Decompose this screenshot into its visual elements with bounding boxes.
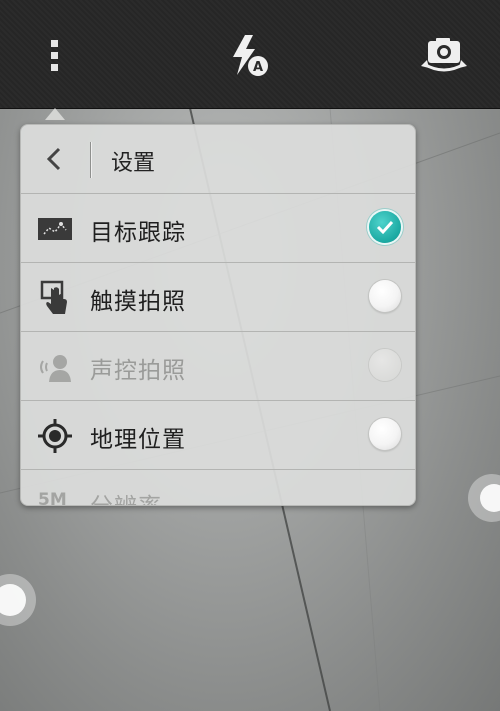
setting-voice-shutter: 声控拍照 [21,332,415,401]
setting-resolution[interactable]: 5M 分辨率 [21,470,415,506]
setting-label: 地理位置 [90,427,186,453]
voice-shutter-icon [35,347,75,387]
location-target-icon [35,416,75,456]
object-tracking-toggle[interactable] [369,211,401,243]
setting-label: 目标跟踪 [90,220,186,246]
resolution-icon: 5M [38,490,67,506]
settings-panel: 设置 目标跟踪 触摸拍照 声控拍照 地理位置 5M [20,124,416,506]
settings-title: 设置 [111,151,156,176]
flash-auto-icon: A [233,35,268,76]
object-tracking-icon [35,209,75,249]
more-vertical-icon [51,40,58,71]
back-button[interactable] [29,137,79,181]
panel-pointer [45,108,65,120]
chevron-left-icon [46,147,61,171]
touch-shutter-icon [35,278,75,318]
camera-top-bar: A [0,0,500,109]
settings-header: 设置 [21,125,415,194]
geo-location-toggle[interactable] [369,418,401,450]
check-icon [376,220,394,235]
setting-label: 声控拍照 [90,358,186,384]
voice-shutter-toggle [369,349,401,381]
switch-camera-icon [421,38,467,72]
setting-label: 分辨率 [90,487,162,505]
switch-camera-button[interactable] [414,26,474,86]
setting-geo-location[interactable]: 地理位置 [21,401,415,470]
setting-touch-shutter[interactable]: 触摸拍照 [21,263,415,332]
more-options-button[interactable] [25,26,85,86]
setting-object-tracking[interactable]: 目标跟踪 [21,194,415,263]
setting-label: 触摸拍照 [90,289,186,315]
touch-shutter-toggle[interactable] [369,280,401,312]
flash-mode-button[interactable]: A [220,26,280,86]
flash-auto-badge: A [253,60,263,75]
header-divider [90,142,91,178]
